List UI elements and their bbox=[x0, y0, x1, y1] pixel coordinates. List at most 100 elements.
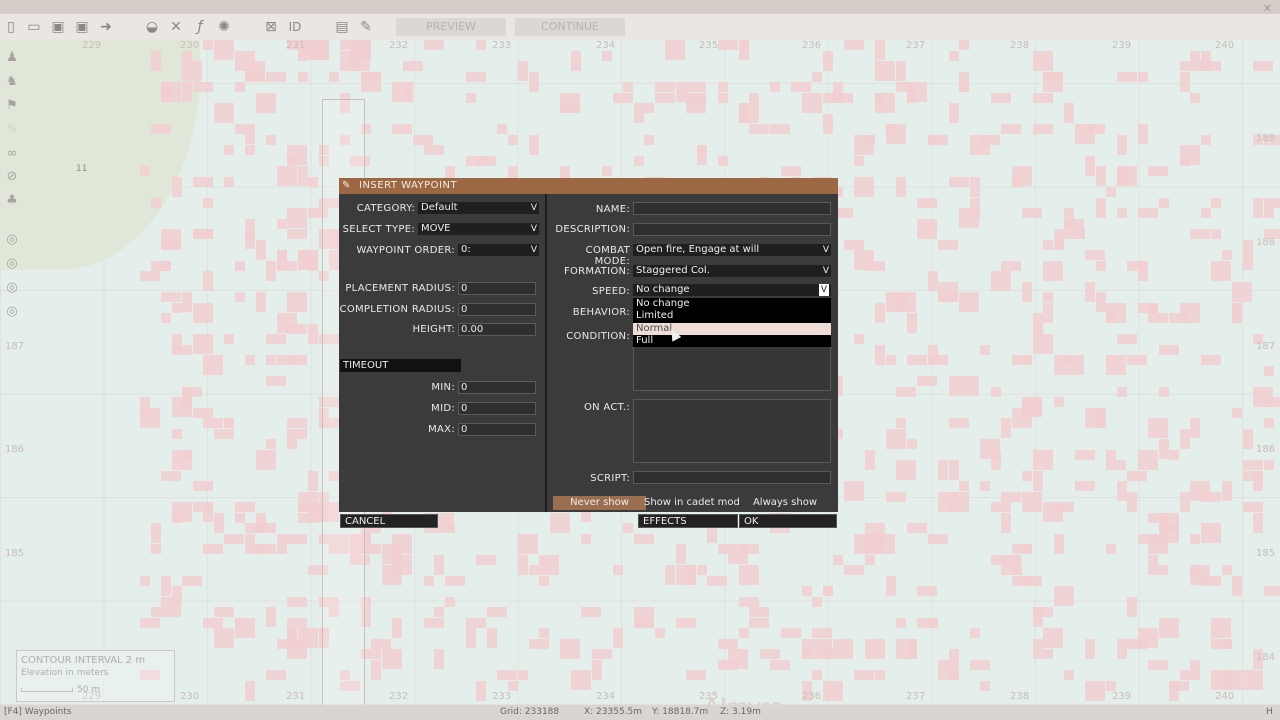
show-option-always[interactable]: Always show bbox=[740, 496, 830, 510]
save-icon[interactable]: ▣ bbox=[49, 18, 67, 36]
ok-button[interactable]: OK bbox=[739, 514, 837, 528]
terrain-cell bbox=[675, 544, 686, 564]
new-file-icon[interactable]: ▯ bbox=[2, 18, 20, 36]
tools-icon[interactable]: ✕ bbox=[167, 18, 185, 36]
radio-icon-2[interactable]: ◎ bbox=[4, 256, 20, 272]
module-icon[interactable]: ♣ bbox=[4, 193, 20, 209]
terrain-cell bbox=[854, 155, 864, 166]
terrain-cell bbox=[1158, 197, 1169, 208]
id-icon[interactable]: ID bbox=[286, 18, 304, 36]
group-icon[interactable]: ♞ bbox=[4, 74, 20, 90]
terrain-cell bbox=[1043, 449, 1053, 460]
max-input[interactable]: 0 bbox=[458, 423, 536, 436]
formation-select[interactable]: Staggered Col. V bbox=[633, 265, 831, 277]
min-input[interactable]: 0 bbox=[458, 381, 536, 394]
terrain-cell bbox=[1116, 481, 1127, 501]
radio-icon-3[interactable]: ◎ bbox=[4, 280, 20, 296]
function-icon[interactable]: ƒ bbox=[191, 18, 209, 36]
terrain-cell bbox=[843, 481, 864, 501]
cancel-button[interactable]: CANCEL bbox=[340, 514, 438, 528]
placement-radius-input[interactable]: 0 bbox=[458, 282, 536, 295]
select-type-select[interactable]: MOVE V bbox=[418, 223, 539, 235]
terrain-cell bbox=[266, 607, 276, 627]
chevron-down-icon[interactable]: V bbox=[818, 284, 829, 296]
save-as-icon[interactable]: ▣ bbox=[73, 18, 91, 36]
speed-option-highlighted[interactable]: Normal bbox=[633, 323, 831, 335]
terrain-cell bbox=[1095, 166, 1106, 186]
open-folder-icon[interactable]: ▭ bbox=[25, 18, 43, 36]
terrain-cell bbox=[959, 481, 969, 491]
effects-button[interactable]: EFFECTS bbox=[638, 514, 738, 528]
terrain-cell bbox=[192, 82, 213, 92]
grid-label-right: 188 bbox=[1256, 237, 1276, 248]
terrain-cell bbox=[1032, 649, 1053, 659]
terrain-cell bbox=[812, 596, 822, 607]
scale-bar bbox=[21, 688, 73, 692]
terrain-cell bbox=[234, 292, 245, 302]
vehicle-icon[interactable]: ◒ bbox=[143, 18, 161, 36]
terrain-cell bbox=[812, 628, 832, 638]
continue-button[interactable]: CONTINUE bbox=[515, 18, 625, 36]
description-label: DESCRIPTION: bbox=[555, 224, 630, 235]
terrain-cell bbox=[297, 71, 308, 82]
grid-icon[interactable]: ⊠ bbox=[262, 18, 280, 36]
terrain-cell bbox=[234, 617, 245, 628]
terrain-cell bbox=[959, 292, 979, 312]
terrain-cell bbox=[1127, 491, 1137, 502]
terrain-cell bbox=[308, 176, 318, 187]
terrain-cell bbox=[717, 82, 728, 92]
height-input[interactable]: 0.00 bbox=[458, 323, 536, 336]
terrain-cell bbox=[1043, 302, 1053, 313]
terrain-cell bbox=[1179, 61, 1190, 71]
unit-icon[interactable]: ♟ bbox=[4, 50, 20, 66]
export-icon[interactable]: ➜ bbox=[97, 18, 115, 36]
terrain-cell bbox=[255, 239, 266, 260]
waypoint-order-select[interactable]: 0: V bbox=[458, 244, 539, 256]
category-label: CATEGORY: bbox=[356, 203, 415, 214]
terrain-cell bbox=[896, 61, 906, 81]
description-input[interactable] bbox=[633, 223, 831, 236]
completion-radius-input[interactable]: 0 bbox=[458, 303, 536, 316]
terrain-cell bbox=[1137, 71, 1148, 82]
speed-select[interactable]: No change V bbox=[633, 284, 831, 296]
terrain-cell bbox=[854, 334, 864, 344]
category-select[interactable]: Default V bbox=[418, 202, 539, 214]
terrain-cell bbox=[182, 292, 192, 312]
link-icon[interactable]: ✎ bbox=[357, 18, 375, 36]
combat-mode-value: Open fire, Engage at will bbox=[636, 244, 760, 255]
mid-input[interactable]: 0 bbox=[458, 402, 536, 415]
terrain-cell bbox=[1106, 460, 1126, 470]
grid-label-top: 238 bbox=[1010, 40, 1030, 51]
radio-icon-4[interactable]: ◎ bbox=[4, 304, 20, 320]
speed-option[interactable]: Full bbox=[633, 335, 831, 347]
radio-icon[interactable]: ◎ bbox=[4, 232, 20, 248]
speed-option[interactable]: Limited bbox=[633, 310, 831, 322]
show-option-never[interactable]: Never show bbox=[553, 496, 646, 510]
speed-option[interactable]: No change bbox=[633, 298, 831, 310]
synchronize-icon[interactable]: ∞ bbox=[4, 146, 20, 162]
dialog-title-bar[interactable]: ✎ INSERT WAYPOINT bbox=[339, 178, 838, 194]
terrain-cell bbox=[528, 565, 539, 575]
on-act-label: ON ACT.: bbox=[583, 402, 630, 413]
waypoint-icon[interactable]: ✎ bbox=[4, 122, 20, 138]
name-input[interactable] bbox=[633, 202, 831, 215]
preview-button[interactable]: PREVIEW bbox=[396, 18, 506, 36]
grid-label-top: 231 bbox=[286, 40, 306, 51]
terrain-cell bbox=[1137, 302, 1158, 313]
script-input[interactable] bbox=[633, 471, 831, 484]
terrain-cell bbox=[203, 544, 223, 554]
terrain-cell bbox=[1242, 250, 1253, 270]
terrain-cell bbox=[1263, 418, 1274, 428]
terrain-cell bbox=[287, 229, 307, 239]
trigger-icon[interactable]: ⚑ bbox=[4, 98, 20, 114]
on-act-textarea[interactable] bbox=[633, 399, 831, 463]
combat-mode-select[interactable]: Open fire, Engage at will V bbox=[633, 244, 831, 256]
layout-icon[interactable]: ▤ bbox=[333, 18, 351, 36]
terrain-cell bbox=[1179, 82, 1190, 92]
show-option-cadet[interactable]: Show in cadet mode bbox=[644, 496, 740, 510]
marker-icon[interactable]: ⊘ bbox=[4, 169, 20, 185]
settings-icon[interactable]: ✺ bbox=[215, 18, 233, 36]
terrain-cell bbox=[1022, 470, 1032, 481]
terrain-cell bbox=[738, 596, 759, 607]
terrain-cell bbox=[444, 575, 465, 586]
